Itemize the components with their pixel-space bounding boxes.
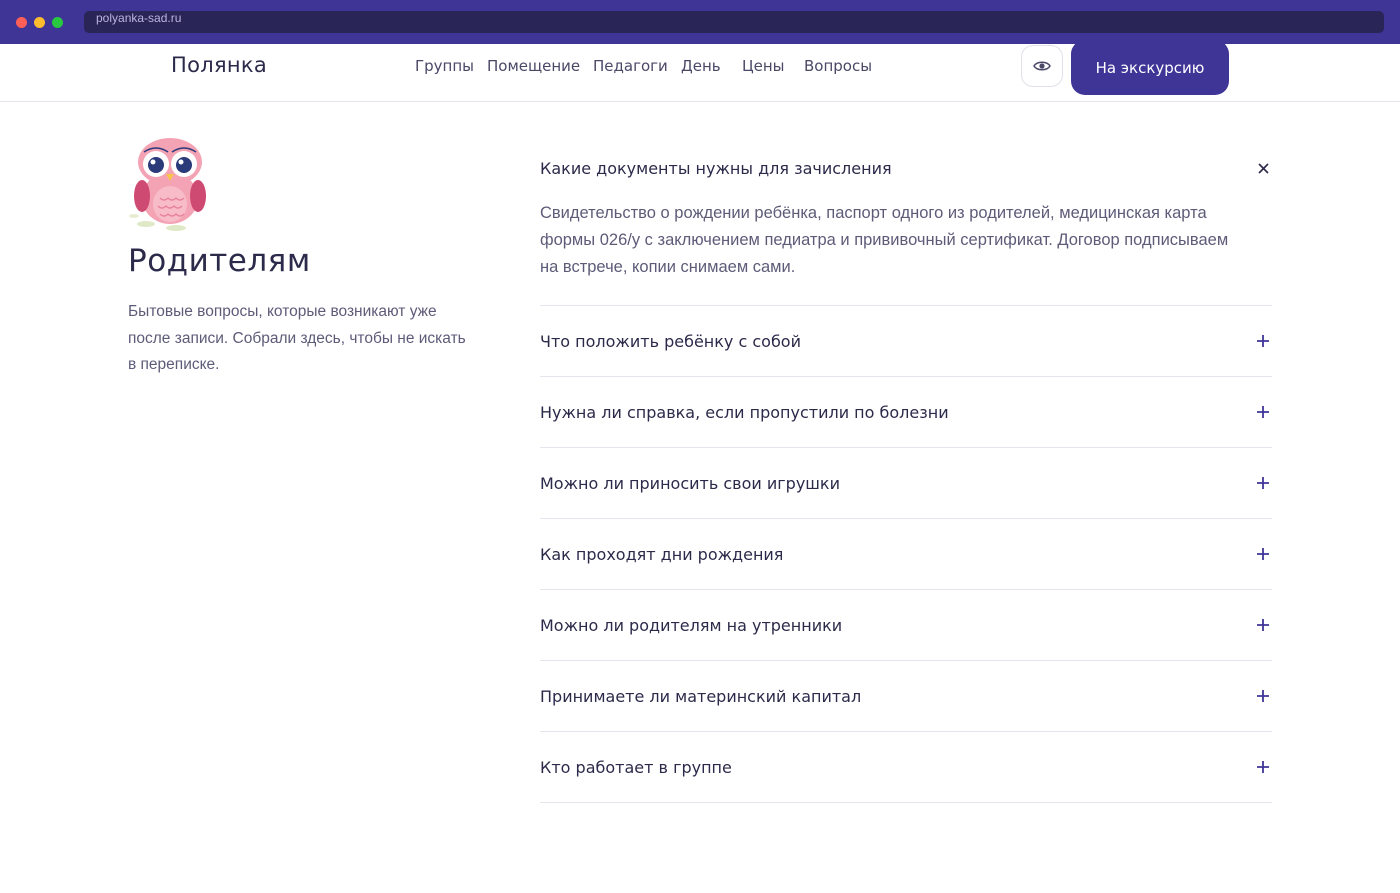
plus-icon[interactable] <box>1254 687 1272 705</box>
faq-item: Как проходят дни рождения <box>540 519 1272 590</box>
window-maximize-dot[interactable] <box>52 17 63 28</box>
page-title: Родителям <box>128 243 311 279</box>
faq-item: Кто работает в группе <box>540 732 1272 803</box>
owl-icon <box>129 138 206 231</box>
faq-question-text: Что положить ребёнку с собой <box>540 331 801 351</box>
faq-question[interactable]: Принимаете ли материнский капитал <box>540 661 1272 731</box>
faq-answer: Свидетельство о рождении ребёнка, паспор… <box>540 204 1229 276</box>
address-bar[interactable]: polyanka-sad.ru <box>84 11 1384 33</box>
faq-item: Можно ли приносить свои игрушки <box>540 448 1272 519</box>
faq-question-text: Нужна ли справка, если пропустили по бол… <box>540 402 949 422</box>
nav-item-prices[interactable]: Цены <box>742 57 785 75</box>
faq-list: Какие документы нужны для зачисления Сви… <box>540 132 1272 803</box>
faq-question[interactable]: Что положить ребёнку с собой <box>540 306 1272 376</box>
faq-question-text: Принимаете ли материнский капитал <box>540 686 862 706</box>
faq-question-text: Можно ли родителям на утренники <box>540 615 843 635</box>
nav-item-premises[interactable]: Помещение <box>487 57 580 75</box>
faq-question[interactable]: Какие документы нужны для зачисления <box>540 132 1272 204</box>
window-close-dot[interactable] <box>16 17 27 28</box>
site-header: Полянка Группы Помещение Педагоги День Ц… <box>0 40 1400 102</box>
nav-item-groups[interactable]: Группы <box>415 57 474 75</box>
site-logo[interactable]: Полянка <box>171 53 267 77</box>
nav-item-day[interactable]: День <box>681 57 721 75</box>
faq-question[interactable]: Нужна ли справка, если пропустили по бол… <box>540 377 1272 447</box>
faq-item: Нужна ли справка, если пропустили по бол… <box>540 377 1272 448</box>
accessibility-button[interactable] <box>1021 45 1063 87</box>
plus-icon[interactable] <box>1254 403 1272 421</box>
faq-question-text: Можно ли приносить свои игрушки <box>540 473 840 493</box>
plus-icon[interactable] <box>1254 545 1272 563</box>
page-lead: Бытовые вопросы, которые возникают уже п… <box>128 303 466 373</box>
browser-chrome: polyanka-sad.ru <box>0 0 1400 44</box>
faq-question[interactable]: Можно ли родителям на утренники <box>540 590 1272 660</box>
faq-question[interactable]: Как проходят дни рождения <box>540 519 1272 589</box>
plus-icon[interactable] <box>1254 758 1272 776</box>
faq-question[interactable]: Кто работает в группе <box>540 732 1272 802</box>
eye-icon <box>1033 61 1051 71</box>
excursion-button[interactable]: На экскурсию <box>1071 40 1229 95</box>
faq-item: Какие документы нужны для зачисления Сви… <box>540 132 1272 306</box>
nav-item-questions[interactable]: Вопросы <box>804 57 872 75</box>
faq-question-text: Кто работает в группе <box>540 757 732 777</box>
faq-question-text: Как проходят дни рождения <box>540 544 784 564</box>
plus-icon[interactable] <box>1254 474 1272 492</box>
plus-icon[interactable] <box>1254 332 1272 350</box>
plus-icon[interactable] <box>1254 616 1272 634</box>
faq-question-text: Какие документы нужны для зачисления <box>540 158 892 178</box>
faq-item: Можно ли родителям на утренники <box>540 590 1272 661</box>
close-icon[interactable] <box>1254 159 1272 177</box>
faq-item: Что положить ребёнку с собой <box>540 306 1272 377</box>
faq-question[interactable]: Можно ли приносить свои игрушки <box>540 448 1272 518</box>
faq-item: Принимаете ли материнский капитал <box>540 661 1272 732</box>
window-minimize-dot[interactable] <box>34 17 45 28</box>
nav-item-teachers[interactable]: Педагоги <box>593 57 668 75</box>
